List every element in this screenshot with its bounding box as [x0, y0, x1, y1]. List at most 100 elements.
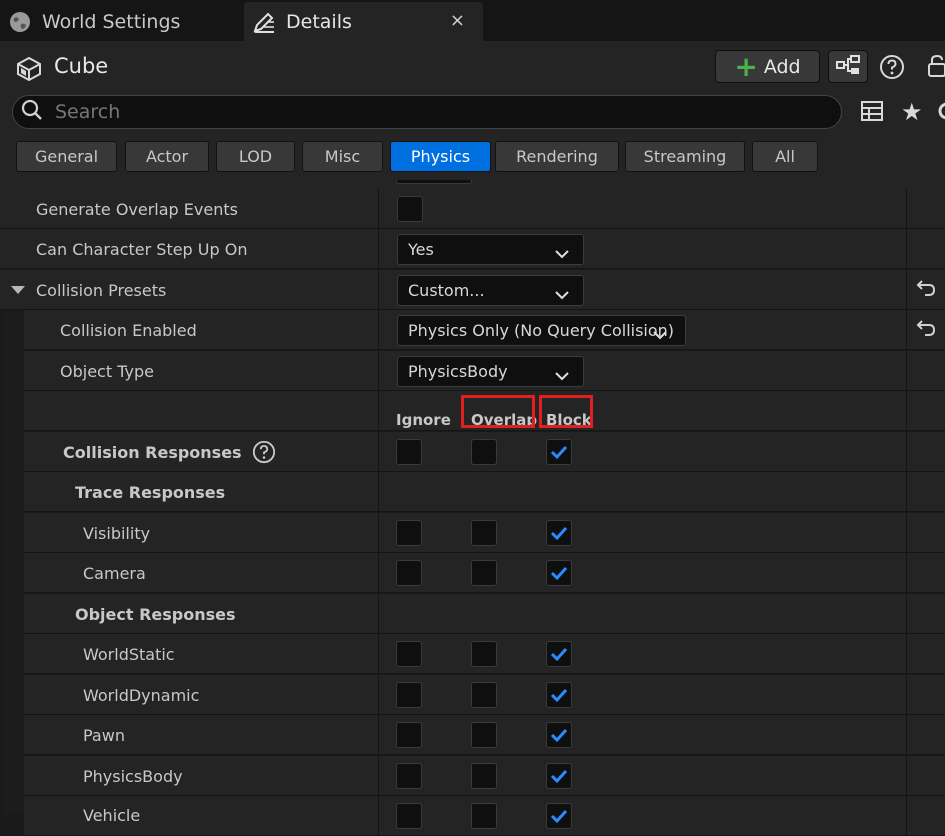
star-icon[interactable]: ★: [901, 98, 923, 126]
search-field[interactable]: [12, 95, 842, 129]
category-tab-streaming[interactable]: Streaming: [625, 141, 745, 172]
checkmark-icon: [550, 445, 568, 460]
vehicle-block-checkbox[interactable]: [546, 803, 572, 829]
visibility-block-checkbox[interactable]: [546, 520, 572, 546]
worldstatic-overlap-checkbox[interactable]: [471, 641, 497, 667]
category-tab-physics[interactable]: Physics: [390, 141, 491, 172]
visibility-ignore-checkbox[interactable]: [396, 520, 422, 546]
chevron-down-icon: [555, 244, 569, 263]
camera-ignore-checkbox[interactable]: [396, 560, 422, 586]
vehicle-overlap-checkbox[interactable]: [471, 803, 497, 829]
tab-world-settings-label: World Settings: [42, 10, 181, 33]
globe-icon: [8, 10, 32, 34]
property-label: Generate Overlap Events: [36, 199, 238, 219]
response-label: Camera: [83, 563, 146, 583]
dropdown-value: Yes: [408, 240, 434, 259]
add-button-label: Add: [763, 55, 801, 78]
worlddynamic-block-checkbox[interactable]: [546, 682, 572, 708]
physicsbody-overlap-checkbox[interactable]: [471, 763, 497, 789]
response-label: Vehicle: [83, 806, 141, 825]
tab-world-settings[interactable]: World Settings: [0, 2, 240, 41]
vehicle-ignore-checkbox[interactable]: [396, 803, 422, 829]
help-icon[interactable]: [252, 440, 276, 464]
property-label: Collision Responses: [63, 442, 242, 462]
property-label: Object Type: [60, 361, 154, 381]
group-row-object-responses: Object Responses: [24, 594, 945, 634]
pawn-ignore-checkbox[interactable]: [396, 722, 422, 748]
help-icon[interactable]: [879, 54, 905, 84]
category-tab-general[interactable]: General: [16, 141, 117, 172]
column-label-ignore: Ignore: [396, 411, 451, 429]
response-label: PhysicsBody: [83, 766, 183, 786]
group-row-trace-responses: Trace Responses: [24, 472, 945, 512]
dropdown-value: Physics Only (No Query Collision): [408, 321, 675, 340]
overlap-highlight-box: [461, 395, 535, 428]
reset-to-default-icon[interactable]: [916, 319, 936, 341]
search-input[interactable]: [53, 100, 813, 124]
category-tab-lod[interactable]: LOD: [216, 141, 295, 172]
blueprint-hierarchy-icon: [835, 54, 861, 80]
collision-responses-ignore-checkbox[interactable]: [396, 439, 422, 465]
chevron-down-icon: [653, 325, 667, 344]
worldstatic-ignore-checkbox[interactable]: [396, 641, 422, 667]
property-row-object-type: Object Type PhysicsBody: [24, 351, 945, 391]
category-tab-rendering[interactable]: Rendering: [495, 141, 619, 172]
physicsbody-ignore-checkbox[interactable]: [396, 763, 422, 789]
property-matrix-icon[interactable]: [860, 100, 884, 126]
group-label: Object Responses: [75, 604, 236, 624]
checkmark-icon: [550, 728, 568, 743]
property-label: Can Character Step Up On: [36, 239, 248, 259]
response-label: Visibility: [83, 523, 151, 543]
collision-responses-overlap-checkbox[interactable]: [471, 439, 497, 465]
worlddynamic-ignore-checkbox[interactable]: [396, 682, 422, 708]
close-icon[interactable]: ×: [450, 10, 465, 31]
property-label: Collision Enabled: [60, 320, 197, 340]
actor-name: Cube: [54, 54, 109, 78]
chevron-down-icon: [555, 366, 569, 385]
category-tab-actor[interactable]: Actor: [125, 141, 209, 172]
checkmark-icon: [550, 769, 568, 784]
chevron-down-icon: [555, 285, 569, 304]
checkmark-icon: [550, 809, 568, 824]
checkmark-icon: [550, 647, 568, 662]
collision-presets-dropdown[interactable]: Custom...: [397, 275, 584, 306]
tab-details-label: Details: [286, 10, 352, 33]
worlddynamic-overlap-checkbox[interactable]: [471, 682, 497, 708]
worldstatic-block-checkbox[interactable]: [546, 641, 572, 667]
response-label: WorldStatic: [83, 644, 175, 664]
checkmark-icon: [550, 566, 568, 581]
property-row-generate-overlap-events: Generate Overlap Events: [0, 189, 945, 229]
object-type-dropdown[interactable]: PhysicsBody: [397, 356, 584, 387]
dropdown-value: PhysicsBody: [408, 362, 508, 381]
block-highlight-box: [539, 395, 593, 428]
panel-tab-bar: World Settings Details ×: [0, 0, 945, 41]
category-tab-all[interactable]: All: [752, 141, 818, 172]
edit-details-icon: [252, 10, 276, 34]
response-label: WorldDynamic: [83, 685, 200, 705]
blueprint-button[interactable]: [828, 50, 868, 83]
pawn-overlap-checkbox[interactable]: [471, 722, 497, 748]
tab-details[interactable]: Details ×: [244, 2, 483, 41]
visibility-overlap-checkbox[interactable]: [471, 520, 497, 546]
expand-arrow-icon[interactable]: [10, 281, 26, 300]
dropdown-value: Custom...: [408, 281, 485, 300]
category-tab-misc[interactable]: Misc: [302, 141, 383, 172]
add-component-button[interactable]: + Add: [715, 50, 820, 83]
collision-enabled-dropdown[interactable]: Physics Only (No Query Collision): [397, 315, 686, 346]
pawn-block-checkbox[interactable]: [546, 722, 572, 748]
checkmark-icon: [550, 526, 568, 541]
property-row-collision-presets: Collision Presets Custom...: [0, 270, 945, 310]
gear-icon[interactable]: [936, 100, 945, 126]
camera-overlap-checkbox[interactable]: [471, 560, 497, 586]
indent-guide: [4, 311, 24, 814]
search-icon: [21, 99, 43, 125]
clipped-combo-edge: [396, 180, 472, 184]
camera-block-checkbox[interactable]: [546, 560, 572, 586]
physicsbody-block-checkbox[interactable]: [546, 763, 572, 789]
generate-overlap-events-checkbox[interactable]: [397, 196, 423, 222]
collision-responses-block-checkbox[interactable]: [546, 439, 572, 465]
lock-icon[interactable]: [928, 54, 945, 82]
response-label: Pawn: [83, 725, 125, 745]
can-character-step-up-on-dropdown[interactable]: Yes: [397, 234, 584, 265]
reset-to-default-icon[interactable]: [916, 279, 936, 301]
